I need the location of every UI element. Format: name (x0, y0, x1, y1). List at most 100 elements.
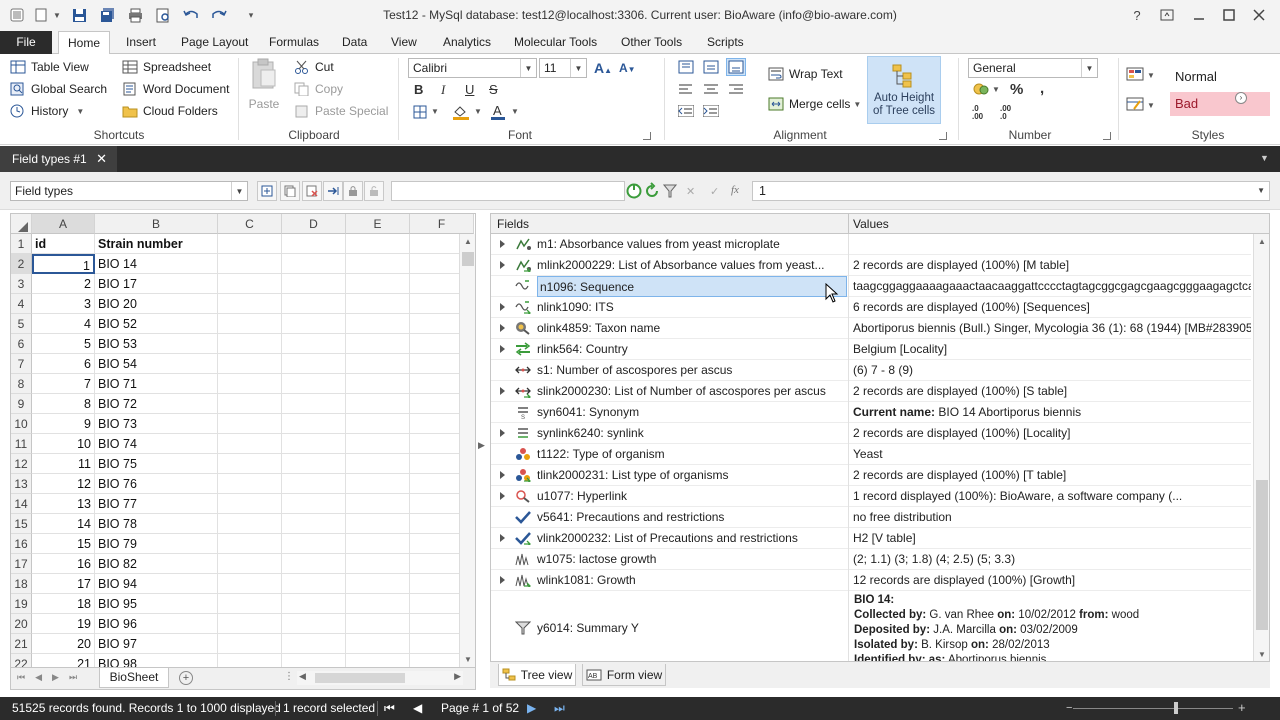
row-header[interactable]: 10 (11, 414, 32, 434)
id-cell[interactable]: 2 (32, 274, 95, 294)
tree-row[interactable]: t1122: Type of organism Yeast (491, 444, 1251, 465)
empty-cell[interactable] (282, 414, 346, 434)
maximize-icon[interactable] (1214, 5, 1244, 25)
tab-list-chevron-icon[interactable]: ▼ (1260, 153, 1269, 163)
id-cell[interactable]: 3 (32, 294, 95, 314)
empty-cell[interactable] (282, 434, 346, 454)
row-header[interactable]: 9 (11, 394, 32, 414)
scroll-down-icon[interactable]: ▼ (464, 655, 472, 664)
shrink-font-icon[interactable]: A▼ (619, 61, 636, 75)
formula-input[interactable]: 1 ▼ (752, 181, 1270, 201)
empty-cell[interactable] (282, 334, 346, 354)
scroll-thumb[interactable] (462, 252, 474, 266)
empty-cell[interactable] (218, 274, 282, 294)
empty-cell[interactable] (218, 374, 282, 394)
empty-cell[interactable] (346, 394, 410, 414)
empty-cell[interactable] (346, 314, 410, 334)
alignment-dialog-launcher-icon[interactable] (939, 132, 947, 140)
empty-cell[interactable] (346, 374, 410, 394)
tab-formulas[interactable]: Formulas (260, 31, 328, 54)
font-color-icon[interactable]: A (490, 103, 506, 123)
tab-home[interactable]: Home (58, 31, 111, 55)
column-header-b[interactable]: B (95, 214, 218, 234)
empty-cell[interactable] (282, 234, 346, 254)
strain-cell[interactable]: BIO 71 (95, 374, 218, 394)
next-page-icon[interactable]: ▶ (527, 697, 536, 720)
strain-cell[interactable]: BIO 82 (95, 554, 218, 574)
id-cell[interactable]: 14 (32, 514, 95, 534)
empty-cell[interactable] (218, 614, 282, 634)
empty-cell[interactable] (346, 534, 410, 554)
scroll-right-icon[interactable]: ▶ (454, 671, 461, 682)
expand-arrow-icon[interactable] (500, 429, 505, 437)
empty-cell[interactable] (346, 334, 410, 354)
tree-row[interactable]: u1077: Hyperlink 1 record displayed (100%… (491, 486, 1251, 507)
panel-splitter-icon[interactable]: ▶ (478, 440, 485, 451)
header-cell-id[interactable]: id (32, 234, 95, 254)
id-cell[interactable]: 1 (32, 254, 95, 274)
empty-cell[interactable] (346, 634, 410, 654)
zoom-slider[interactable] (1073, 708, 1233, 709)
strain-cell[interactable]: BIO 53 (95, 334, 218, 354)
filter-icon[interactable] (662, 183, 678, 202)
tab-data[interactable]: Data (333, 31, 376, 54)
row-header[interactable]: 19 (11, 594, 32, 614)
id-cell[interactable]: 11 (32, 454, 95, 474)
empty-cell[interactable] (282, 614, 346, 634)
id-cell[interactable]: 19 (32, 614, 95, 634)
scroll-up-icon[interactable]: ▲ (464, 237, 472, 246)
empty-cell[interactable] (346, 514, 410, 534)
tree-row[interactable]: tlink2000231: List type of organisms 2 re… (491, 465, 1251, 486)
empty-cell[interactable] (218, 394, 282, 414)
strikethrough-icon[interactable]: S (489, 82, 498, 97)
empty-cell[interactable] (346, 234, 410, 254)
strain-cell[interactable]: BIO 78 (95, 514, 218, 534)
expand-arrow-icon[interactable] (500, 240, 505, 248)
tree-row[interactable]: m1: Absorbance values from yeast micropl… (491, 234, 1251, 255)
scroll-down-icon[interactable]: ▼ (1258, 650, 1266, 659)
row-header[interactable]: 20 (11, 614, 32, 634)
align-right-icon[interactable] (728, 83, 744, 98)
strain-cell[interactable]: BIO 96 (95, 614, 218, 634)
underline-icon[interactable]: U (465, 82, 474, 97)
row-header[interactable]: 17 (11, 554, 32, 574)
font-family-select[interactable]: Calibri ▼ (408, 58, 537, 78)
wrap-text-button[interactable]: Wrap Text (768, 67, 843, 81)
strain-cell[interactable]: BIO 94 (95, 574, 218, 594)
fill-color-icon[interactable] (452, 104, 470, 123)
increase-indent-icon[interactable] (702, 104, 720, 120)
delete-record-icon[interactable] (302, 181, 322, 201)
style-bad[interactable]: Bad (1170, 92, 1270, 116)
document-tab-field-types[interactable]: Field types #1 ✕ (0, 146, 117, 172)
empty-cell[interactable] (282, 394, 346, 414)
strain-cell[interactable]: BIO 20 (95, 294, 218, 314)
paste-special-button[interactable]: Paste Special (294, 104, 388, 118)
values-column-header[interactable]: Values (853, 214, 889, 234)
tab-file[interactable]: File (0, 31, 52, 54)
row-header[interactable]: 13 (11, 474, 32, 494)
empty-cell[interactable] (282, 554, 346, 574)
empty-cell[interactable] (218, 654, 282, 667)
paste-button[interactable]: Paste (246, 58, 282, 116)
tab-other-tools[interactable]: Other Tools (612, 31, 691, 54)
empty-cell[interactable] (218, 454, 282, 474)
chevron-down-icon[interactable]: ▼ (511, 107, 519, 116)
expand-arrow-icon[interactable] (500, 324, 505, 332)
row-header[interactable]: 5 (11, 314, 32, 334)
conditional-formatting-icon[interactable] (1126, 67, 1144, 84)
expand-arrow-icon[interactable] (500, 387, 505, 395)
row-header[interactable]: 6 (11, 334, 32, 354)
word-document-button[interactable]: Word Document (122, 82, 229, 96)
decrease-indent-icon[interactable] (677, 104, 695, 120)
empty-cell[interactable] (346, 614, 410, 634)
tree-row[interactable]: s1: Number of ascospores per ascus (6) 7 … (491, 360, 1251, 381)
expand-arrow-icon[interactable] (500, 261, 505, 269)
empty-cell[interactable] (218, 554, 282, 574)
strain-cell[interactable]: BIO 14 (95, 254, 218, 274)
id-cell[interactable]: 8 (32, 394, 95, 414)
expand-arrow-icon[interactable] (500, 303, 505, 311)
tree-row[interactable]: w1075: lactose growth (2; 1.1) (3; 1.8) (… (491, 549, 1251, 570)
empty-cell[interactable] (346, 494, 410, 514)
tree-row[interactable]: mlink2000229: List of Absorbance values … (491, 255, 1251, 276)
bold-icon[interactable]: B (414, 82, 423, 97)
